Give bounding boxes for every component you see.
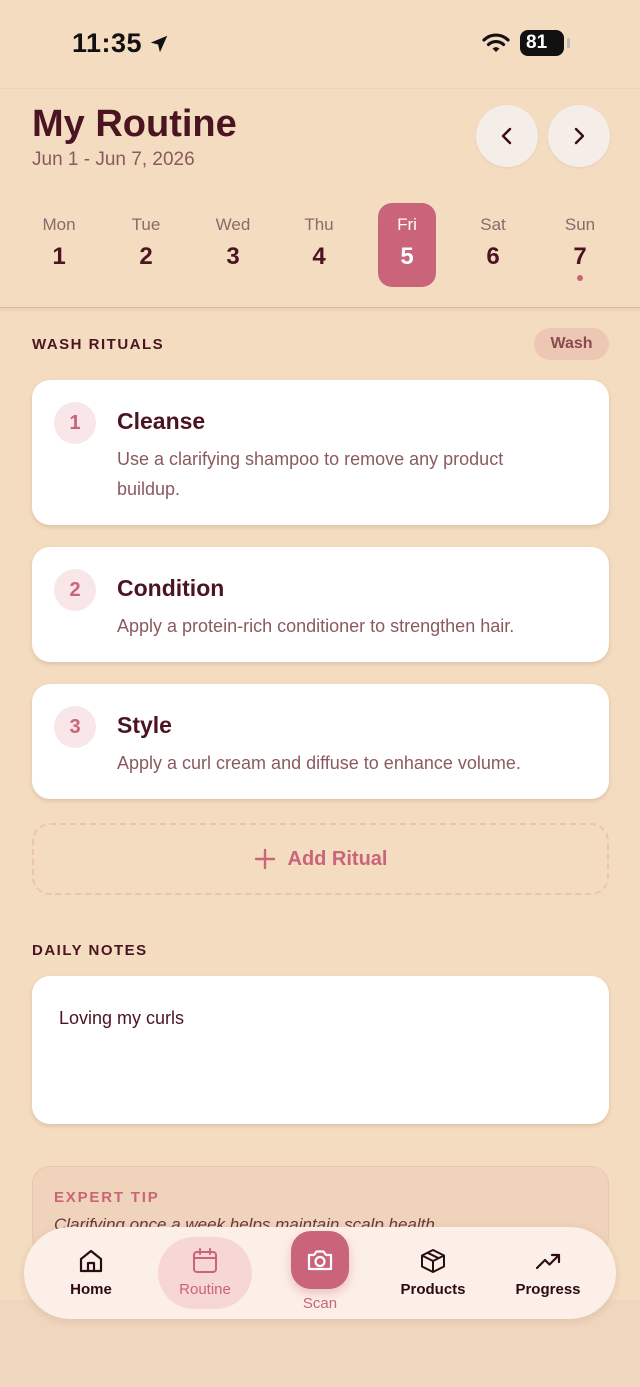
wash-badge: Wash [534, 328, 609, 360]
wifi-icon [482, 33, 510, 52]
nav-home-label: Home [70, 1281, 112, 1298]
day-number: 1 [52, 243, 66, 270]
calendar-icon [193, 1248, 217, 1273]
step-number: 1 [54, 402, 96, 444]
chevron-right-icon [574, 127, 585, 145]
next-week-button[interactable] [548, 105, 610, 167]
nav-products[interactable]: Products [386, 1237, 480, 1309]
trending-up-icon [535, 1253, 561, 1270]
day-number: 2 [139, 243, 153, 270]
ritual-card-cleanse[interactable]: 1 Cleanse Use a clarifying shampoo to re… [32, 380, 609, 525]
camera-icon [307, 1250, 333, 1271]
nav-scan-label: Scan [302, 1295, 338, 1312]
nav-products-label: Products [400, 1281, 466, 1298]
add-ritual-button[interactable]: Add Ritual [32, 823, 609, 895]
ritual-title: Style [117, 712, 172, 738]
day-name: Wed [215, 215, 251, 234]
day-wed[interactable]: Wed 3 [204, 203, 262, 287]
add-ritual-label: Add Ritual [287, 847, 388, 870]
day-name: Tue [131, 215, 161, 234]
day-sat[interactable]: Sat 6 [464, 203, 522, 287]
day-mon[interactable]: Mon 1 [30, 203, 88, 287]
ritual-description: Apply a curl cream and diffuse to enhanc… [117, 753, 521, 773]
nav-home[interactable]: Home [44, 1237, 138, 1309]
expert-tip-label: EXPERT TIP [54, 1189, 160, 1206]
ritual-description: Use a clarifying shampoo to remove any p… [117, 449, 504, 499]
daily-notes-heading: DAILY NOTES [32, 942, 148, 959]
prev-week-button[interactable] [476, 105, 538, 167]
page-title: My Routine [32, 103, 237, 145]
ritual-title: Condition [117, 575, 225, 601]
bottom-nav: Home Routine Scan Products Progress [24, 1227, 616, 1319]
nav-routine-label: Routine [179, 1281, 231, 1298]
chevron-left-icon [501, 127, 512, 145]
day-fri-selected[interactable]: Fri 5 [378, 203, 436, 287]
entry-dot [577, 275, 583, 281]
day-number: 3 [226, 243, 240, 270]
step-number: 3 [54, 706, 96, 748]
routine-header: My Routine Jun 1 - Jun 7, 2026 Mon 1 Tue… [0, 88, 640, 308]
nav-progress[interactable]: Progress [501, 1237, 595, 1309]
plus-icon [254, 848, 275, 870]
date-range: Jun 1 - Jun 7, 2026 [32, 149, 195, 170]
ritual-card-style[interactable]: 3 Style Apply a curl cream and diffuse t… [32, 684, 609, 799]
day-sun[interactable]: Sun 7 [551, 203, 609, 287]
day-number: 7 [573, 243, 587, 270]
day-name: Sun [564, 215, 596, 234]
day-number: 4 [312, 243, 326, 270]
ritual-title: Cleanse [117, 408, 206, 434]
status-time-text: 11:35 [72, 28, 143, 58]
status-time: 11:35 [72, 28, 170, 59]
day-name: Fri [397, 215, 417, 234]
day-name: Sat [480, 215, 506, 234]
day-thu[interactable]: Thu 4 [290, 203, 348, 287]
day-name: Thu [304, 215, 334, 234]
day-number: 6 [486, 243, 500, 270]
nav-progress-label: Progress [515, 1281, 581, 1298]
ritual-description: Apply a protein-rich conditioner to stre… [117, 616, 515, 636]
location-arrow-icon [150, 35, 168, 52]
daily-notes-field[interactable]: Loving my curls [32, 976, 609, 1124]
notes-text: Loving my curls [59, 1008, 185, 1028]
battery-indicator: 81 [520, 30, 570, 56]
status-bar: 11:35 81 [0, 0, 640, 88]
box-icon [421, 1249, 445, 1273]
day-name: Mon [42, 215, 76, 234]
step-number: 2 [54, 569, 96, 611]
day-number: 5 [400, 243, 414, 270]
nav-routine[interactable]: Routine [158, 1237, 252, 1309]
home-icon [79, 1249, 103, 1273]
status-indicators: 81 [482, 30, 570, 56]
day-tue[interactable]: Tue 2 [117, 203, 175, 287]
wash-rituals-heading: WASH RITUALS [32, 336, 165, 353]
ritual-card-condition[interactable]: 2 Condition Apply a protein-rich conditi… [32, 547, 609, 662]
scan-button[interactable] [291, 1231, 349, 1289]
battery-level: 81 [526, 32, 548, 53]
